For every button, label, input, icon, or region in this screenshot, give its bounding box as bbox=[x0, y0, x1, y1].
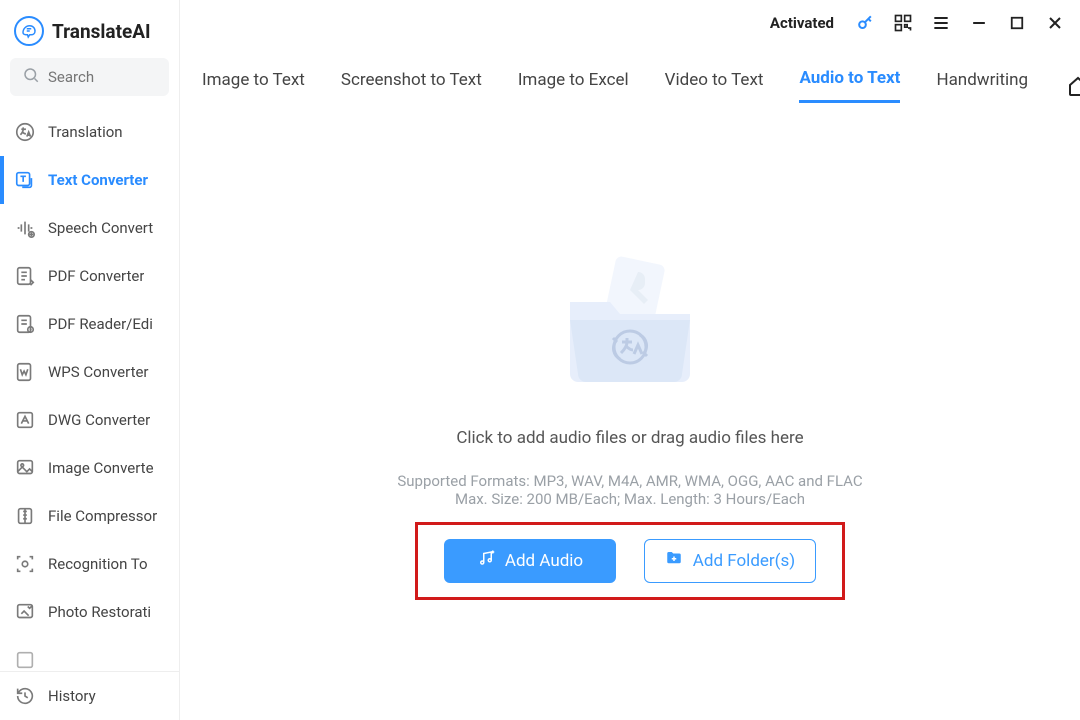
folder-plus-icon bbox=[665, 549, 683, 572]
photo-restore-icon bbox=[14, 601, 36, 623]
drop-zone[interactable]: Click to add audio files or drag audio f… bbox=[180, 111, 1080, 720]
action-buttons-highlight: Add Audio Add Folder(s) bbox=[415, 522, 845, 600]
tab-handwriting[interactable]: Handwriting bbox=[936, 70, 1028, 102]
sidebar-item-speech-convert[interactable]: Speech Convert bbox=[0, 204, 179, 252]
extra-icon bbox=[14, 649, 36, 671]
tab-screenshot-to-text[interactable]: Screenshot to Text bbox=[341, 70, 482, 102]
sidebar-item-history[interactable]: History bbox=[0, 672, 179, 720]
sidebar-item-label: PDF Converter bbox=[48, 267, 144, 285]
compress-icon bbox=[14, 505, 36, 527]
search-box[interactable] bbox=[10, 58, 169, 96]
add-folder-label: Add Folder(s) bbox=[693, 551, 795, 571]
tab-audio-to-text[interactable]: Audio to Text bbox=[799, 68, 900, 103]
supported-formats: Supported Formats: MP3, WAV, M4A, AMR, W… bbox=[397, 472, 862, 490]
sidebar-item-pdf-converter[interactable]: PDF Converter bbox=[0, 252, 179, 300]
image-convert-icon bbox=[14, 457, 36, 479]
sidebar-item-image-converter[interactable]: Image Converte bbox=[0, 444, 179, 492]
sidebar-item-recognition[interactable]: Recognition To bbox=[0, 540, 179, 588]
sidebar-item-label: History bbox=[48, 687, 96, 705]
qr-icon[interactable] bbox=[892, 12, 914, 34]
app-logo-row: TranslateAI bbox=[0, 0, 179, 58]
sidebar-item-text-converter[interactable]: Text Converter bbox=[0, 156, 179, 204]
sidebar-item-extra[interactable] bbox=[0, 636, 179, 671]
main-area: Activated Image to Text Screenshot to Te… bbox=[180, 0, 1080, 720]
menu-icon[interactable] bbox=[930, 12, 952, 34]
sidebar-item-label: Photo Restorati bbox=[48, 603, 151, 621]
sidebar-item-pdf-reader[interactable]: PDF Reader/Edi bbox=[0, 300, 179, 348]
drop-prompt: Click to add audio files or drag audio f… bbox=[456, 428, 803, 448]
pdf-reader-icon bbox=[14, 313, 36, 335]
speech-icon bbox=[14, 217, 36, 239]
app-brand: TranslateAI bbox=[52, 20, 151, 43]
sidebar-item-label: PDF Reader/Edi bbox=[48, 315, 153, 333]
search-icon bbox=[22, 66, 40, 88]
sidebar-item-wps-converter[interactable]: WPS Converter bbox=[0, 348, 179, 396]
key-icon[interactable] bbox=[854, 12, 876, 34]
search-input[interactable] bbox=[48, 68, 157, 86]
sidebar-item-translation[interactable]: Translation bbox=[0, 108, 179, 156]
sidebar-footer: History bbox=[0, 671, 179, 720]
titlebar: Activated bbox=[180, 0, 1080, 46]
history-icon bbox=[14, 685, 36, 707]
sidebar-item-label: DWG Converter bbox=[48, 411, 150, 429]
tab-image-to-excel[interactable]: Image to Excel bbox=[518, 70, 629, 102]
sidebar-item-label: Image Converte bbox=[48, 459, 154, 477]
text-convert-icon bbox=[14, 169, 36, 191]
sidebar-item-file-compressor[interactable]: File Compressor bbox=[0, 492, 179, 540]
add-audio-label: Add Audio bbox=[505, 551, 583, 571]
sidebar-item-label: File Compressor bbox=[48, 507, 157, 525]
dwg-icon bbox=[14, 409, 36, 431]
minimize-icon[interactable] bbox=[968, 12, 990, 34]
add-folder-button[interactable]: Add Folder(s) bbox=[644, 539, 816, 583]
size-limits: Max. Size: 200 MB/Each; Max. Length: 3 H… bbox=[455, 490, 805, 508]
recognition-icon bbox=[14, 553, 36, 575]
close-icon[interactable] bbox=[1044, 12, 1066, 34]
maximize-icon[interactable] bbox=[1006, 12, 1028, 34]
sidebar: TranslateAI Translation Text Converter S… bbox=[0, 0, 180, 720]
sidebar-item-photo-restoration[interactable]: Photo Restorati bbox=[0, 588, 179, 636]
sidebar-item-label: Text Converter bbox=[48, 171, 148, 189]
sidebar-item-label: WPS Converter bbox=[48, 363, 149, 381]
wps-icon bbox=[14, 361, 36, 383]
pdf-convert-icon bbox=[14, 265, 36, 287]
home-button[interactable] bbox=[1064, 72, 1080, 100]
translate-icon bbox=[14, 121, 36, 143]
activation-status: Activated bbox=[770, 14, 834, 32]
tab-image-to-text[interactable]: Image to Text bbox=[202, 70, 305, 102]
tab-video-to-text[interactable]: Video to Text bbox=[665, 70, 764, 102]
sidebar-item-label: Translation bbox=[48, 123, 123, 141]
search-wrap bbox=[0, 58, 179, 108]
sidebar-item-label: Speech Convert bbox=[48, 219, 153, 237]
folder-illustration bbox=[540, 242, 720, 402]
music-plus-icon bbox=[477, 549, 495, 572]
sidebar-nav: Translation Text Converter Speech Conver… bbox=[0, 108, 179, 671]
app-logo-icon bbox=[14, 16, 44, 46]
tabs-row: Image to Text Screenshot to Text Image t… bbox=[180, 46, 1080, 111]
sidebar-item-dwg-converter[interactable]: DWG Converter bbox=[0, 396, 179, 444]
add-audio-button[interactable]: Add Audio bbox=[444, 539, 616, 583]
sidebar-item-label: Recognition To bbox=[48, 555, 148, 573]
